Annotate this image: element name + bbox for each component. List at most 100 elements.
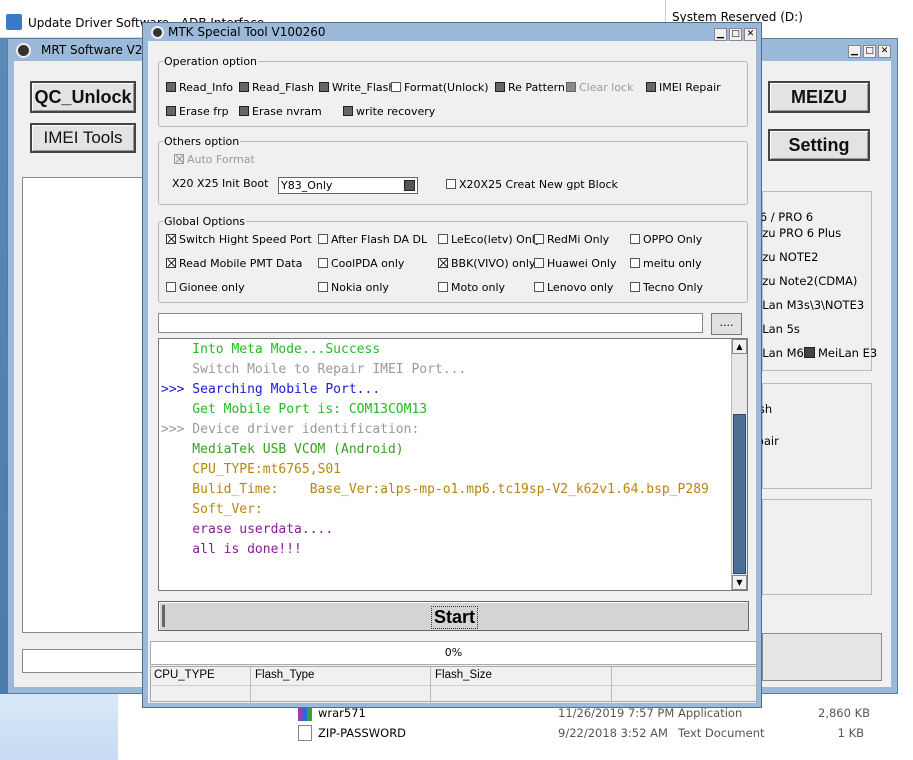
checkbox-icon (630, 258, 640, 268)
write-recovery-checkbox[interactable]: write recovery (343, 105, 435, 118)
desktop-strip (0, 38, 7, 760)
checkbox-icon (534, 282, 544, 292)
chevron-down-icon[interactable]: ▼ (732, 575, 747, 590)
driver-icon (6, 14, 22, 30)
file-name: wrar571 (318, 706, 366, 720)
creat-gpt-checkbox[interactable]: X20X25 Creat New gpt Block (446, 178, 618, 191)
read-pmt-checkbox[interactable]: Read Mobile PMT Data (166, 257, 302, 270)
after-flash-da-checkbox[interactable]: After Flash DA DL (318, 233, 427, 246)
auto-format-checkbox[interactable]: Auto Format (174, 153, 255, 166)
checkbox-checked-icon (174, 154, 184, 164)
leeco-only-checkbox[interactable]: LeEco(letv) Only (438, 233, 541, 246)
close-icon[interactable]: ✕ (878, 45, 891, 58)
switch-high-speed-checkbox[interactable]: Switch Hight Speed Port (166, 233, 312, 246)
tecno-only-checkbox[interactable]: Tecno Only (630, 281, 703, 294)
checkbox-label: Moto only (451, 281, 506, 294)
close-icon[interactable]: ✕ (744, 28, 757, 41)
huawei-only-checkbox[interactable]: Huawei Only (534, 257, 617, 270)
checkbox-icon (166, 106, 176, 116)
checkbox-icon (438, 282, 448, 292)
meitu-only-checkbox[interactable]: meitu only (630, 257, 702, 270)
setting-button[interactable]: Setting (768, 129, 870, 161)
maximize-icon[interactable]: □ (863, 45, 876, 58)
column-header-flash-size: Flash_Size (435, 669, 492, 681)
column-separator (430, 667, 431, 703)
progress-bar: 0% (150, 641, 757, 665)
checkbox-label: Read_Info (179, 81, 233, 94)
checkbox-icon (318, 282, 328, 292)
checkbox-icon (534, 258, 544, 268)
chevron-down-icon[interactable] (404, 180, 415, 191)
write-flash-checkbox[interactable]: Write_Flash (319, 81, 395, 94)
checkbox-label: Auto Format (187, 153, 255, 166)
checkbox-icon (438, 234, 448, 244)
others-option-legend: Others option (164, 135, 240, 148)
log-line: erase userdata.... (161, 522, 334, 537)
progress-text: 0% (444, 646, 463, 659)
meizu-button[interactable]: MEIZU (768, 81, 870, 113)
re-pattern-lock-checkbox[interactable]: Re Pattern lock (495, 81, 567, 94)
checkbox-label: Clear lock (579, 81, 634, 94)
chevron-up-icon[interactable]: ▲ (732, 339, 747, 354)
checkbox-checked-icon (166, 258, 176, 268)
file-path-input[interactable] (158, 313, 703, 333)
checkbox-icon (239, 82, 249, 92)
log-scrollbar[interactable]: ▲ ▼ (731, 339, 747, 590)
file-date: 9/22/2018 3:52 AM (558, 726, 668, 740)
table-divider (151, 685, 756, 686)
erase-frp-checkbox[interactable]: Erase frp (166, 105, 229, 118)
format-unlock-checkbox[interactable]: Format(Unlock) (391, 81, 489, 94)
checkbox-label: LeEco(letv) Only (451, 233, 542, 246)
mtk-body: Operation option Read_Info Read_Flash Wr… (148, 41, 757, 703)
file-name: ZIP-PASSWORD (318, 726, 407, 740)
checkbox-icon (166, 82, 176, 92)
checkbox-label: Format(Unlock) (404, 81, 489, 94)
checkbox-label: Erase frp (179, 105, 229, 118)
mrt-left-list[interactable] (22, 177, 144, 633)
minimize-icon[interactable]: ▁ (714, 28, 727, 41)
browse-button[interactable]: .... (711, 313, 742, 335)
oppo-only-checkbox[interactable]: OPPO Only (630, 233, 702, 246)
maximize-icon[interactable]: □ (729, 28, 742, 41)
column-separator (611, 667, 612, 703)
moto-only-checkbox[interactable]: Moto only (438, 281, 505, 294)
checkbox-icon (534, 234, 544, 244)
read-info-checkbox[interactable]: Read_Info (166, 81, 233, 94)
erase-nvram-checkbox[interactable]: Erase nvram (239, 105, 322, 118)
file-size: 1 KB (837, 726, 864, 740)
qc-unlock-button[interactable]: QC_Unlock (30, 81, 136, 113)
checkbox-label: IMEI Repair (659, 81, 721, 94)
coolpda-only-checkbox[interactable]: CoolPDA only (318, 257, 404, 270)
checkbox-label: write recovery (356, 105, 436, 118)
bbk-vivo-only-checkbox[interactable]: BBK(VIVO) only (438, 257, 535, 270)
minimize-icon[interactable]: ▁ (848, 45, 861, 58)
file-date: 11/26/2019 7:57 PM (558, 706, 675, 720)
redmi-only-checkbox[interactable]: RedMi Only (534, 233, 609, 246)
checkbox-checked-icon (438, 258, 448, 268)
scroll-thumb[interactable] (733, 414, 746, 574)
log-line: Bulid_Time: Base_Ver:alps-mp-o1.mp6.tc19… (161, 482, 709, 497)
checkbox-label: RedMi Only (547, 233, 610, 246)
file-size: 2,860 KB (818, 706, 871, 720)
mrt-left-field[interactable] (22, 649, 144, 673)
clear-lock-checkbox[interactable]: Clear lock (566, 81, 633, 94)
lenovo-only-checkbox[interactable]: Lenovo only (534, 281, 613, 294)
column-header-flash-type: Flash_Type (255, 669, 315, 681)
init-boot-select[interactable]: Y83_Only (278, 177, 418, 194)
log-line: MediaTek USB VCOM (Android) (161, 442, 404, 457)
log-line: CPU_TYPE:mt6765,S01 (161, 462, 342, 477)
model-option[interactable]: MeiLan E3 (804, 346, 877, 360)
mtk-window: MTK Special Tool V100260 ▁ □ ✕ Operation o… (142, 22, 762, 708)
imei-tools-button[interactable]: IMEI Tools (30, 123, 136, 153)
checkbox-icon (318, 258, 328, 268)
read-flash-checkbox[interactable]: Read_Flash (239, 81, 314, 94)
column-header-cpu-type: CPU_TYPE (154, 669, 215, 681)
log-line: Into Meta Mode...Success (161, 342, 381, 357)
mtk-titlebar[interactable]: MTK Special Tool V100260 ▁ □ ✕ (143, 23, 761, 41)
start-button[interactable]: Start (158, 601, 749, 631)
log-output[interactable]: Into Meta Mode...Success Switch Moile to… (158, 338, 748, 591)
gionee-only-checkbox[interactable]: Gionee only (166, 281, 245, 294)
nokia-only-checkbox[interactable]: Nokia only (318, 281, 389, 294)
imei-repair-checkbox[interactable]: IMEI Repair (646, 81, 721, 94)
mrt-action-button[interactable] (762, 633, 882, 681)
